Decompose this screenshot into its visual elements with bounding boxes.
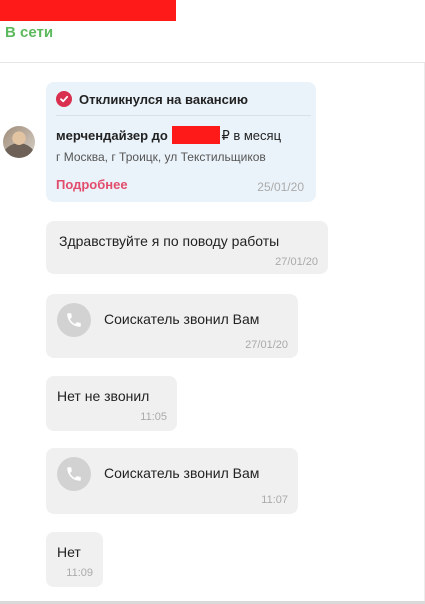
online-status: В сети	[5, 24, 54, 41]
message-bubble: Нет 11:09	[46, 532, 103, 587]
vacancy-job-line: мерчендайзер до ₽ в месяц	[56, 126, 281, 144]
call-notification-text: Соискатель звонил Вам	[104, 465, 260, 481]
message-text: Нет не звонил	[57, 388, 150, 404]
message-time: 11:09	[66, 567, 93, 579]
message-text: Нет	[57, 544, 81, 560]
vacancy-card-date: 25/01/20	[257, 180, 304, 194]
vacancy-response-card: Откликнулся на вакансию мерчендайзер до …	[46, 82, 316, 202]
header-divider	[0, 62, 425, 63]
vacancy-card-title: Откликнулся на вакансию	[79, 91, 248, 107]
call-notification-text: Соискатель звонил Вам	[104, 311, 260, 327]
phone-icon	[57, 457, 91, 491]
vacancy-card-header: Откликнулся на вакансию	[56, 91, 248, 107]
check-circle-icon	[56, 91, 72, 107]
message-time: 11:05	[140, 411, 167, 423]
message-time: 27/01/20	[245, 339, 288, 351]
message-bubble: Здравствуйте я по поводу работы 27/01/20	[46, 221, 328, 274]
message-time: 11:07	[261, 494, 288, 506]
phone-icon	[57, 303, 91, 337]
vacancy-job-title: мерчендайзер до	[56, 128, 168, 143]
call-notification-bubble: Соискатель звонил Вам 11:07	[46, 448, 298, 514]
vacancy-salary-unit: ₽ в месяц	[221, 128, 282, 143]
message-bubble: Нет не звонил 11:05	[46, 376, 177, 431]
message-time: 27/01/20	[275, 256, 318, 268]
avatar[interactable]	[3, 126, 35, 158]
vacancy-card-divider	[56, 115, 311, 116]
redacted-name	[0, 0, 176, 21]
message-text: Здравствуйте я по поводу работы	[59, 233, 280, 249]
details-link[interactable]: Подробнее	[56, 177, 128, 192]
vacancy-address: г Москва, г Троицк, ул Текстильщиков	[56, 150, 266, 164]
call-notification-bubble: Соискатель звонил Вам 27/01/20	[46, 294, 298, 358]
redacted-salary	[172, 126, 221, 144]
